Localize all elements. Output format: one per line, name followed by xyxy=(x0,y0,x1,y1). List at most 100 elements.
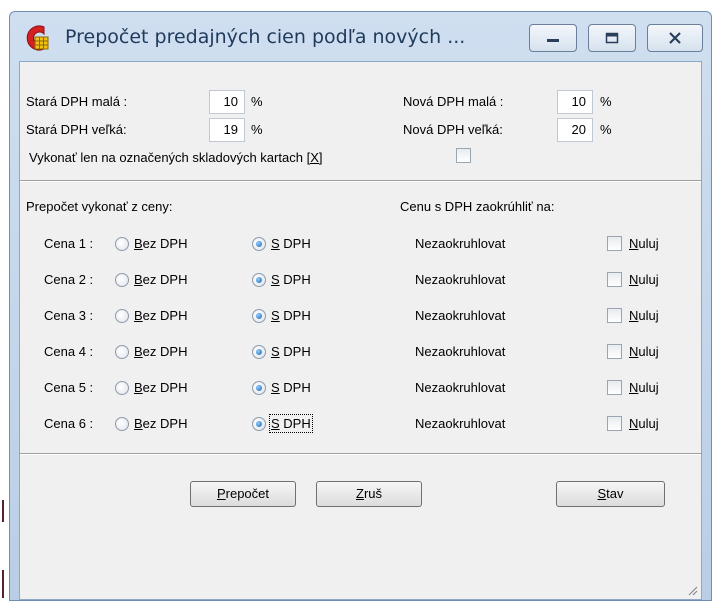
close-button[interactable] xyxy=(647,24,703,52)
dialog-window: Prepočet predajných cien podľa nových ..… xyxy=(9,11,712,601)
without-vat-label[interactable]: Bez DPH xyxy=(134,236,187,251)
without-vat-label[interactable]: Bez DPH xyxy=(134,308,187,323)
title-bar[interactable]: Prepočet predajných cien podľa nových ..… xyxy=(10,12,711,62)
zero-text: uluj xyxy=(638,380,659,395)
new-vat-low-input[interactable]: 10 xyxy=(557,90,593,114)
with-vat-text: DPH xyxy=(279,236,311,251)
rounding-value[interactable]: Nezaokruhlovat xyxy=(415,236,505,251)
close-icon xyxy=(669,32,681,44)
new-vat-low-label: Nová DPH malá : xyxy=(403,94,504,109)
old-vat-low-label: Stará DPH malá : xyxy=(26,94,128,109)
without-vat-label[interactable]: Bez DPH xyxy=(134,380,187,395)
with-vat-radio[interactable] xyxy=(252,417,266,431)
without-vat-text: ez DPH xyxy=(142,308,188,323)
zero-label[interactable]: Nuluj xyxy=(629,236,659,251)
old-vat-low-input[interactable]: 10 xyxy=(209,90,245,114)
zero-label[interactable]: Nuluj xyxy=(629,308,659,323)
minimize-icon xyxy=(547,39,559,42)
marked-only-text: Vykonať len na označených skladových kar… xyxy=(29,150,303,165)
without-vat-label[interactable]: Bez DPH xyxy=(134,272,187,287)
with-vat-radio[interactable] xyxy=(252,273,266,287)
hotkey-letter: N xyxy=(629,272,639,287)
zero-checkbox[interactable] xyxy=(607,380,622,395)
percent-label: % xyxy=(600,122,612,137)
status-button[interactable]: Stav xyxy=(556,481,665,507)
with-vat-label[interactable]: S DPH xyxy=(271,308,311,323)
without-vat-radio[interactable] xyxy=(115,237,129,251)
without-vat-radio[interactable] xyxy=(115,345,129,359)
app-icon xyxy=(26,25,49,51)
with-vat-text: DPH xyxy=(279,272,311,287)
cancel-button[interactable]: Zruš xyxy=(316,481,422,507)
without-vat-label[interactable]: Bez DPH xyxy=(134,416,187,431)
hotkey-letter: B xyxy=(134,344,143,359)
recalculate-button[interactable]: Prepočet xyxy=(190,481,296,507)
hotkey-letter: Z xyxy=(355,486,364,501)
edge-mark xyxy=(2,500,4,522)
minimize-button[interactable] xyxy=(529,24,577,52)
separator xyxy=(20,453,701,455)
without-vat-text: ez DPH xyxy=(142,380,188,395)
without-vat-radio[interactable] xyxy=(115,381,129,395)
with-vat-text: DPH xyxy=(279,416,311,431)
with-vat-label[interactable]: S DPH xyxy=(271,272,311,287)
rounding-value[interactable]: Nezaokruhlovat xyxy=(415,380,505,395)
recalculate-label: repočet xyxy=(225,486,270,501)
price-label: Cena 2 : xyxy=(44,272,94,287)
hotkey-letter: N xyxy=(629,236,639,251)
hotkey-letter: S xyxy=(271,344,280,359)
with-vat-radio[interactable] xyxy=(252,237,266,251)
with-vat-label[interactable]: S DPH xyxy=(271,344,311,359)
without-vat-label[interactable]: Bez DPH xyxy=(134,344,187,359)
dialog-client-area: Stará DPH malá : 10 % Stará DPH veľká: 1… xyxy=(19,61,702,600)
zero-checkbox[interactable] xyxy=(607,308,622,323)
marked-only-label: Vykonať len na označených skladových kar… xyxy=(29,150,322,165)
maximize-button[interactable] xyxy=(588,24,636,52)
zero-text: uluj xyxy=(638,236,659,251)
zero-checkbox[interactable] xyxy=(607,344,622,359)
with-vat-radio[interactable] xyxy=(252,345,266,359)
hotkey-letter: S xyxy=(271,272,280,287)
without-vat-radio[interactable] xyxy=(115,417,129,431)
zero-checkbox[interactable] xyxy=(607,236,622,251)
hotkey-letter: N xyxy=(629,380,639,395)
zero-checkbox[interactable] xyxy=(607,272,622,287)
with-vat-label[interactable]: S DPH xyxy=(269,414,313,433)
marked-only-checkbox[interactable] xyxy=(456,148,471,163)
zero-label[interactable]: Nuluj xyxy=(629,416,659,431)
without-vat-text: ez DPH xyxy=(142,344,188,359)
zero-label[interactable]: Nuluj xyxy=(629,272,659,287)
without-vat-radio[interactable] xyxy=(115,309,129,323)
with-vat-text: DPH xyxy=(279,308,311,323)
with-vat-label[interactable]: S DPH xyxy=(271,380,311,395)
edge-mark xyxy=(2,570,4,598)
with-vat-radio[interactable] xyxy=(252,381,266,395)
percent-label: % xyxy=(251,94,263,109)
rounding-value[interactable]: Nezaokruhlovat xyxy=(415,344,505,359)
without-vat-radio[interactable] xyxy=(115,273,129,287)
zero-label[interactable]: Nuluj xyxy=(629,344,659,359)
with-vat-label[interactable]: S DPH xyxy=(271,236,311,251)
rounding-value[interactable]: Nezaokruhlovat xyxy=(415,272,505,287)
hotkey-letter: B xyxy=(134,272,143,287)
zero-label[interactable]: Nuluj xyxy=(629,380,659,395)
hotkey-letter: S xyxy=(271,236,280,251)
new-vat-high-input[interactable]: 20 xyxy=(557,118,593,142)
rounding-label: Cenu s DPH zaokrúhliť na: xyxy=(400,199,555,214)
separator xyxy=(20,180,701,182)
resize-grip-icon[interactable] xyxy=(686,584,698,596)
compute-from-label: Prepočet vykonať z ceny: xyxy=(26,199,173,214)
old-vat-high-input[interactable]: 19 xyxy=(209,118,245,142)
hotkey-letter: S xyxy=(597,486,607,501)
with-vat-radio[interactable] xyxy=(252,309,266,323)
maximize-icon xyxy=(605,32,619,44)
rounding-value[interactable]: Nezaokruhlovat xyxy=(415,416,505,431)
hotkey-letter: B xyxy=(134,380,143,395)
percent-label: % xyxy=(251,122,263,137)
hotkey-letter: S xyxy=(271,380,280,395)
zero-checkbox[interactable] xyxy=(607,416,622,431)
without-vat-text: ez DPH xyxy=(142,272,188,287)
rounding-value[interactable]: Nezaokruhlovat xyxy=(415,308,505,323)
old-vat-high-label: Stará DPH veľká: xyxy=(26,122,127,137)
hotkey-letter: N xyxy=(629,308,639,323)
